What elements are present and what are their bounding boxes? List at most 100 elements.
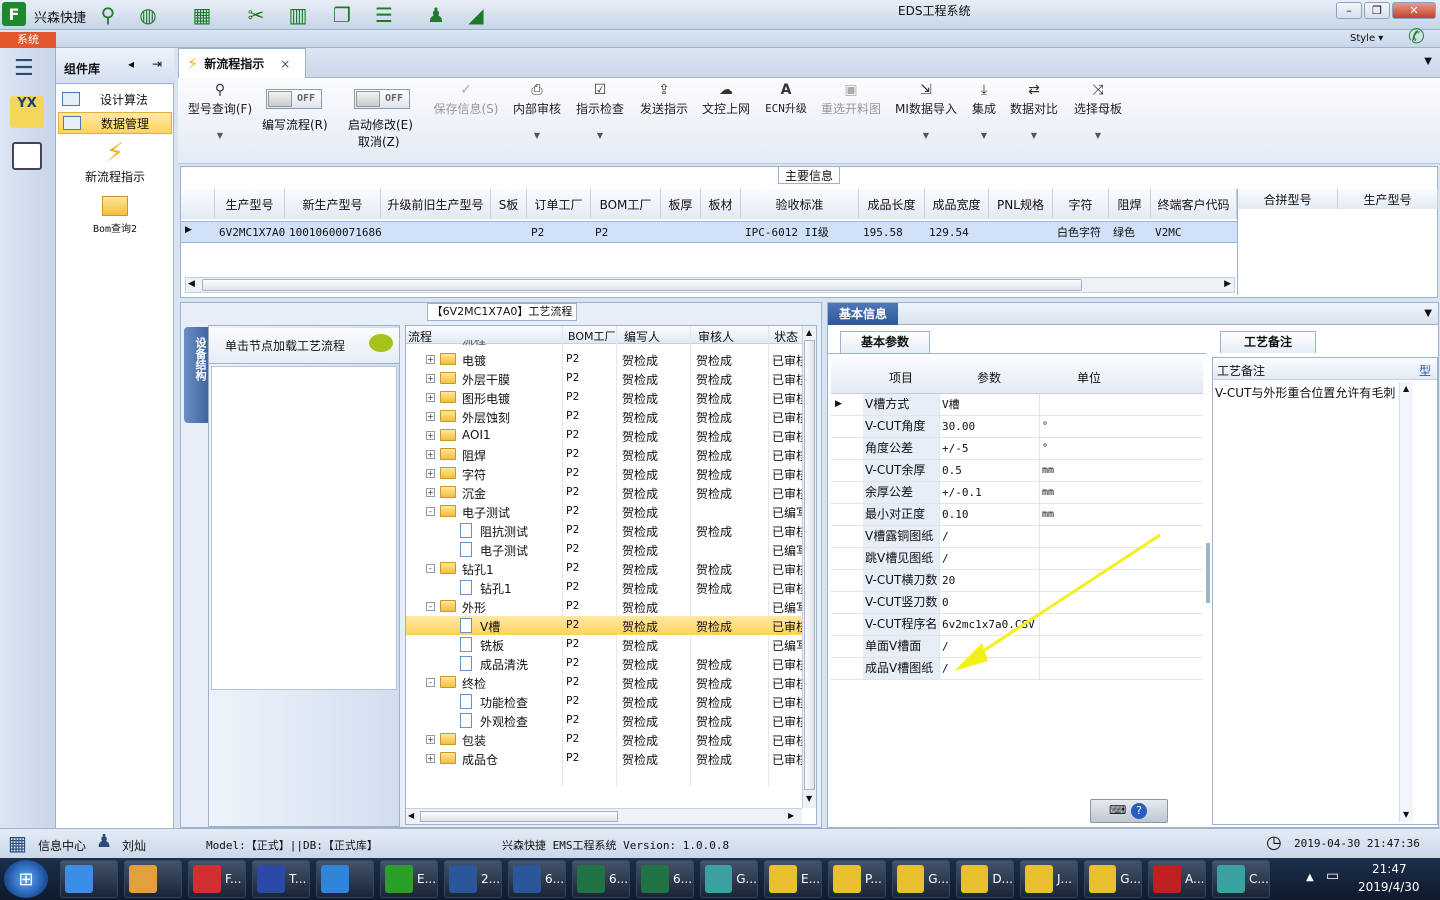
table-row[interactable]: ▶ 6V2MC1X7A0 10010600071686 P2 P2 IPC-60… xyxy=(181,221,1237,243)
taskbar-item[interactable]: T... xyxy=(252,860,310,898)
start-modify-toggle[interactable]: OFF xyxy=(354,89,410,109)
expand-toggle-icon[interactable]: - xyxy=(426,507,435,516)
expand-toggle-icon[interactable]: + xyxy=(426,374,435,383)
remarks-vscrollbar[interactable]: ▲ ▼ xyxy=(1399,382,1413,822)
pin-icon[interactable]: ⇥ xyxy=(152,57,162,71)
tree-row[interactable]: 钻孔1 P2 贺检成 贺检成 已审核 xyxy=(406,578,810,597)
column-header[interactable]: 订单工厂 xyxy=(527,189,591,219)
tree-row[interactable]: + 电镀 P2 贺检成 贺检成 已审核 xyxy=(406,350,810,369)
basic-info-title[interactable]: 基本信息 xyxy=(828,303,898,325)
column-header[interactable]: 参数 xyxy=(977,369,1001,386)
mi-data-import-button[interactable]: ⇲ MI数据导入 ▼ xyxy=(892,82,960,140)
taskbar-item[interactable]: 2... xyxy=(444,860,502,898)
column-header[interactable]: 升级前旧生产型号 xyxy=(381,189,491,219)
list-icon[interactable]: ☰ xyxy=(372,3,396,27)
send-instruction-button[interactable]: ⇪ 发送指示 xyxy=(636,82,692,117)
expand-toggle-icon[interactable]: - xyxy=(426,602,435,611)
doc-control-online-button[interactable]: ☁ 文控上网 xyxy=(698,82,754,117)
param-row[interactable]: ▶ V槽方式 V槽 xyxy=(831,394,1203,416)
taskbar-item[interactable] xyxy=(60,860,118,898)
param-row[interactable]: V-CUT余厚 0.5 mm xyxy=(831,460,1203,482)
lib-item-data-management[interactable]: 数据管理 xyxy=(58,112,172,134)
grid-cell[interactable]: 绿色 xyxy=(1109,222,1151,242)
grid-cell[interactable]: 129.54 xyxy=(925,222,989,242)
globe-icon[interactable]: ◍ xyxy=(136,3,160,27)
chart-icon[interactable]: ◢ xyxy=(464,3,488,27)
param-row[interactable]: 余厚公差 +/-0.1 mm xyxy=(831,482,1203,504)
taskbar-item[interactable]: 6... xyxy=(572,860,630,898)
column-header[interactable]: S板 xyxy=(491,189,527,219)
lib-item-design-algorithm[interactable]: 设计算法 xyxy=(58,88,172,110)
taskbar-item[interactable]: E... xyxy=(380,860,438,898)
grid-apps-icon[interactable]: ▦ xyxy=(8,831,27,855)
tree-row[interactable]: 外观检查 P2 贺检成 贺检成 已审核 xyxy=(406,711,810,730)
process-vscrollbar[interactable]: ▲ ▼ xyxy=(802,326,816,808)
tab-close-icon[interactable]: × xyxy=(280,57,290,71)
column-header[interactable]: 生产型号 xyxy=(215,189,285,219)
taskbar-item[interactable]: C... xyxy=(1212,860,1270,898)
taskbar-item[interactable]: G... xyxy=(700,860,758,898)
tree-row[interactable]: - 电子测试 P2 贺检成 已编写 xyxy=(406,502,810,521)
param-value-cell[interactable]: 30.00 xyxy=(939,416,1039,437)
param-value-cell[interactable]: +/-0.1 xyxy=(939,482,1039,503)
tray-expand-icon[interactable]: ▲ xyxy=(1306,872,1314,883)
copy-icon[interactable]: ❐ xyxy=(330,3,354,27)
taskbar-date[interactable]: 2019/4/30 xyxy=(1358,880,1420,894)
tree-row[interactable]: + 字符 P2 贺检成 贺检成 已审核 xyxy=(406,464,810,483)
scroll-right-icon[interactable]: ▶ xyxy=(788,811,794,820)
column-header[interactable]: 字符 xyxy=(1053,189,1109,219)
scroll-down-icon[interactable]: ▼ xyxy=(1403,810,1409,819)
column-header[interactable]: 成品宽度 xyxy=(925,189,989,219)
close-button[interactable]: ✕ xyxy=(1392,2,1436,19)
column-header[interactable]: 板厚 xyxy=(661,189,701,219)
param-row[interactable]: V-CUT角度 30.00 ° xyxy=(831,416,1203,438)
scroll-up-icon[interactable]: ▲ xyxy=(806,328,812,337)
expand-toggle-icon[interactable]: + xyxy=(426,393,435,402)
tree-row[interactable]: + 图形电镀 P2 贺检成 贺检成 已审核 xyxy=(406,388,810,407)
param-value-cell[interactable]: V槽 xyxy=(939,394,1039,415)
main-info-hscrollbar[interactable]: ◀ ▶ xyxy=(185,277,1235,293)
maximize-button[interactable]: ❐ xyxy=(1364,2,1390,19)
grid-cell[interactable]: 白色字符 xyxy=(1053,222,1109,242)
process-remarks-tab[interactable]: 工艺备注 xyxy=(1220,331,1316,353)
taskbar-item[interactable]: 6... xyxy=(636,860,694,898)
column-header[interactable]: 阻焊 xyxy=(1109,189,1151,219)
expand-toggle-icon[interactable]: - xyxy=(426,564,435,573)
column-header[interactable]: 单位 xyxy=(1077,369,1101,386)
expand-toggle-icon[interactable]: + xyxy=(426,754,435,763)
grid-cell[interactable]: P2 xyxy=(527,222,591,242)
column-header[interactable]: 合拼型号 xyxy=(1238,189,1338,209)
grid-cell[interactable]: IPC-6012 II级 xyxy=(741,222,859,242)
param-value-cell[interactable]: +/-5 xyxy=(939,438,1039,459)
equipment-structure-tab[interactable]: 设备结构 xyxy=(184,327,208,423)
tree-row[interactable]: + 阻焊 P2 贺检成 贺检成 已审核 xyxy=(406,445,810,464)
yx-module-icon[interactable]: YX xyxy=(10,96,44,128)
tab-new-flow-instruction[interactable]: ⚡ 新流程指示 × xyxy=(178,48,306,78)
tool-bom-query[interactable]: Bom查询2 xyxy=(56,196,174,242)
ecn-upgrade-button[interactable]: A ECN升级 xyxy=(762,82,810,116)
start-button[interactable]: ⊞ xyxy=(4,860,48,898)
film-icon[interactable]: ▥ xyxy=(286,3,310,27)
tree-row[interactable]: - 钻孔1 P2 贺检成 贺检成 已审核 xyxy=(406,559,810,578)
expand-toggle-icon[interactable]: + xyxy=(426,431,435,440)
tree-row[interactable]: + 外层蚀刻 P2 贺检成 贺检成 已审核 xyxy=(406,407,810,426)
model-query-button[interactable]: ⚲ 型号查询(F) ▼ xyxy=(184,82,256,140)
tree-row[interactable]: 功能检查 P2 贺检成 贺检成 已审核 xyxy=(406,692,810,711)
instruction-check-button[interactable]: ☑ 指示检查 ▼ xyxy=(572,82,628,140)
splitter-handle[interactable] xyxy=(1206,543,1210,603)
expand-toggle-icon[interactable]: + xyxy=(426,488,435,497)
taskbar-item[interactable]: A... xyxy=(1148,860,1206,898)
calendar-icon[interactable] xyxy=(12,142,42,170)
collapse-left-icon[interactable]: ◂ xyxy=(128,57,134,71)
scissors-icon[interactable]: ✂ xyxy=(244,3,268,27)
save-info-button[interactable]: ✓ 保存信息(S) xyxy=(428,82,504,117)
column-header[interactable]: PNL规格 xyxy=(989,189,1053,219)
expand-toggle-icon[interactable]: + xyxy=(426,412,435,421)
scroll-left-icon[interactable]: ◀ xyxy=(188,279,195,289)
column-header[interactable]: 验收标准 xyxy=(741,189,859,219)
grid-cell[interactable]: V2MC xyxy=(1151,222,1237,242)
taskbar-item[interactable]: G... xyxy=(1084,860,1142,898)
tree-row[interactable]: + 沉金 P2 贺检成 贺检成 已审核 xyxy=(406,483,810,502)
expand-toggle-icon[interactable]: + xyxy=(426,735,435,744)
search-icon[interactable]: ⚲ xyxy=(96,3,120,27)
